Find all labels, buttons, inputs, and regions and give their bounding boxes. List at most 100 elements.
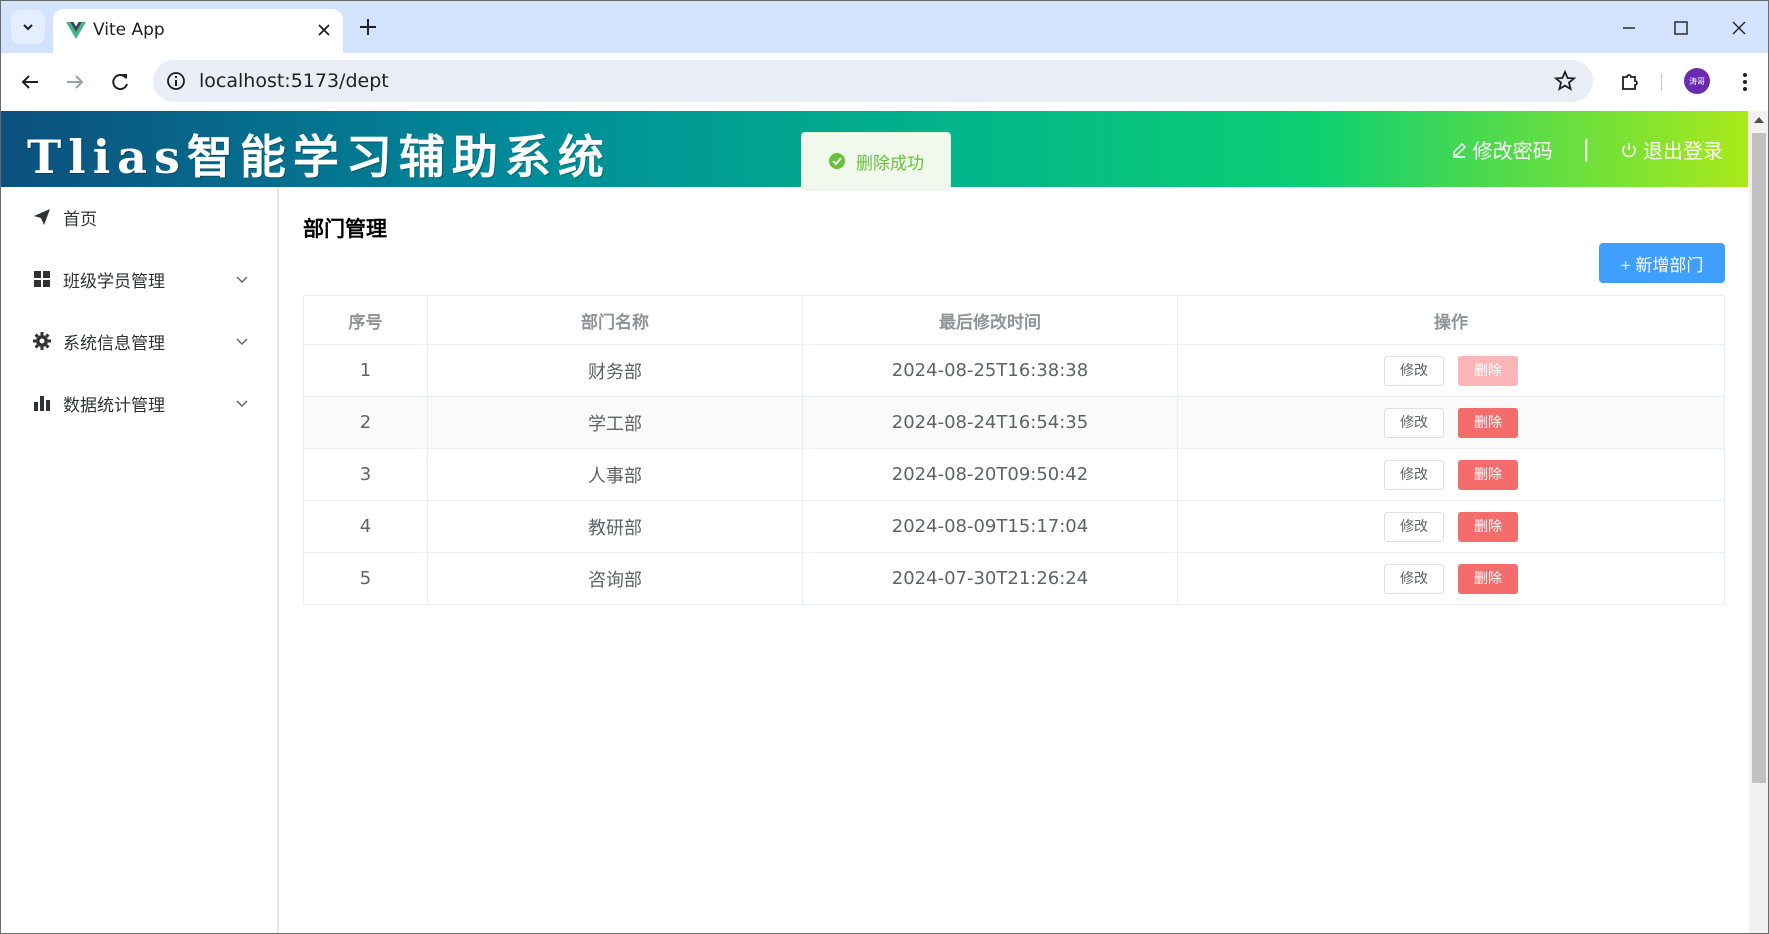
table-row: 1 财务部 2024-08-25T16:38:38 修改 删除 [303,344,1725,397]
chevron-down-icon [236,400,248,407]
more-vertical-icon [1743,73,1747,91]
chevron-down-icon [236,276,248,283]
site-info-icon[interactable] [165,70,187,92]
cell-index: 1 [303,344,428,397]
window-close-icon[interactable] [1728,17,1750,39]
app-title: Tlias智能学习辅助系统 [27,130,611,184]
bar-chart-icon [31,392,53,414]
cell-actions: 修改 删除 [1177,500,1725,553]
tab-search-button[interactable] [11,10,45,44]
cell-actions: 修改 删除 [1177,344,1725,397]
sidebar-item-label: 系统信息管理 [63,333,165,354]
header-actions: 修改密码 | 退出登录 [1450,135,1723,164]
cell-updated: 2024-07-30T21:26:24 [802,552,1178,605]
page-scrollbar[interactable] [1749,111,1768,933]
sidebar: 首页 班级学员管理 系统信息管理 数据统计管理 [1,187,279,933]
table-header-row: 序号 部门名称 最后修改时间 操作 [303,295,1725,345]
edit-button[interactable]: 修改 [1384,355,1444,386]
cell-name: 学工部 [427,396,803,449]
cell-name: 咨询部 [427,552,803,605]
sidebar-item-system-info[interactable]: 系统信息管理 [1,311,277,371]
scroll-up-arrow-icon[interactable] [1754,117,1764,123]
column-header: 操作 [1177,295,1725,345]
reload-icon [112,74,128,91]
cell-actions: 修改 删除 [1177,552,1725,605]
extensions-button[interactable] [1615,67,1645,97]
scrollbar-thumb[interactable] [1752,133,1766,783]
column-header: 部门名称 [427,295,803,345]
browser-window: Vite App localhost:5173/dept 涛哥 Tlias智能学… [0,0,1769,934]
cell-name: 财务部 [427,344,803,397]
new-tab-plus-icon[interactable] [357,16,379,38]
cell-actions: 修改 删除 [1177,448,1725,501]
cell-updated: 2024-08-09T15:17:04 [802,500,1178,553]
edit-button[interactable]: 修改 [1384,407,1444,438]
browser-menu-button[interactable] [1730,67,1760,97]
edit-button[interactable]: 修改 [1384,459,1444,490]
url-text: localhost:5173/dept [199,70,389,92]
table-row: 2 学工部 2024-08-24T16:54:35 修改 删除 [303,396,1725,449]
column-header: 最后修改时间 [802,295,1178,345]
bookmark-star-icon[interactable] [1553,69,1577,93]
cell-updated: 2024-08-24T16:54:35 [802,396,1178,449]
forward-button[interactable] [60,67,90,97]
reload-button[interactable] [105,67,135,97]
minimize-icon[interactable] [1618,17,1640,39]
profile-avatar[interactable]: 涛哥 [1684,68,1710,94]
add-department-button[interactable]: + 新增部门 [1599,243,1725,283]
delete-button[interactable]: 删除 [1458,407,1518,438]
back-button[interactable] [15,67,45,97]
avatar-text: 涛哥 [1689,76,1705,86]
browser-tab[interactable]: Vite App [53,9,343,53]
delete-button[interactable]: 删除 [1458,459,1518,490]
puzzle-icon [1622,74,1638,90]
arrow-left-icon [21,75,38,89]
cell-index: 5 [303,552,428,605]
paper-plane-icon [31,206,53,228]
delete-button[interactable]: 删除 [1458,355,1518,386]
sidebar-item-home[interactable]: 首页 [1,187,277,247]
sidebar-item-data-stats[interactable]: 数据统计管理 [1,373,277,433]
edit-button[interactable]: 修改 [1384,511,1444,542]
main-content: 部门管理 + 新增部门 序号 部门名称 最后修改时间 操作 1 财务部 2024… [279,187,1748,933]
edit-icon [1452,142,1466,158]
gear-icon [31,330,53,352]
tab-strip: Vite App [1,1,1768,53]
browser-toolbar: localhost:5173/dept 涛哥 [1,53,1768,111]
logout-link[interactable]: 退出登录 [1620,135,1723,164]
logout-label: 退出登录 [1643,139,1723,163]
chevron-down-icon [23,24,33,31]
table-row: 4 教研部 2024-08-09T15:17:04 修改 删除 [303,500,1725,553]
delete-button[interactable]: 删除 [1458,563,1518,594]
app-root: Tlias智能学习辅助系统 修改密码 | 退出登录 首页 班级学员管理 系统信息… [1,111,1748,933]
grid-icon [31,268,53,290]
cell-actions: 修改 删除 [1177,396,1725,449]
column-header: 序号 [303,295,428,345]
toolbar-divider [1661,73,1662,91]
cell-updated: 2024-08-20T09:50:42 [802,448,1178,501]
cell-index: 4 [303,500,428,553]
toast-message: 删除成功 [856,153,924,174]
sidebar-item-label: 数据统计管理 [63,395,165,416]
sidebar-item-class-students[interactable]: 班级学员管理 [1,249,277,309]
power-icon [1622,142,1636,157]
delete-button[interactable]: 删除 [1458,511,1518,542]
change-password-label: 修改密码 [1472,139,1553,163]
change-password-link[interactable]: 修改密码 [1450,135,1553,164]
maximize-icon[interactable] [1670,17,1692,39]
cell-index: 3 [303,448,428,501]
check-circle-icon [829,153,845,169]
sidebar-item-label: 班级学员管理 [63,271,165,292]
table-row: 5 咨询部 2024-07-30T21:26:24 修改 删除 [303,552,1725,605]
vue-logo-icon [66,22,86,39]
edit-button[interactable]: 修改 [1384,563,1444,594]
table-row: 3 人事部 2024-08-20T09:50:42 修改 删除 [303,448,1725,501]
address-bar[interactable]: localhost:5173/dept [153,60,1593,102]
tab-title: Vite App [93,20,165,40]
arrow-right-icon [67,75,84,89]
sidebar-item-label: 首页 [63,209,97,230]
department-table: 序号 部门名称 最后修改时间 操作 1 财务部 2024-08-25T16:38… [303,295,1725,605]
close-icon[interactable] [315,21,333,39]
chevron-down-icon [236,338,248,345]
cell-index: 2 [303,396,428,449]
